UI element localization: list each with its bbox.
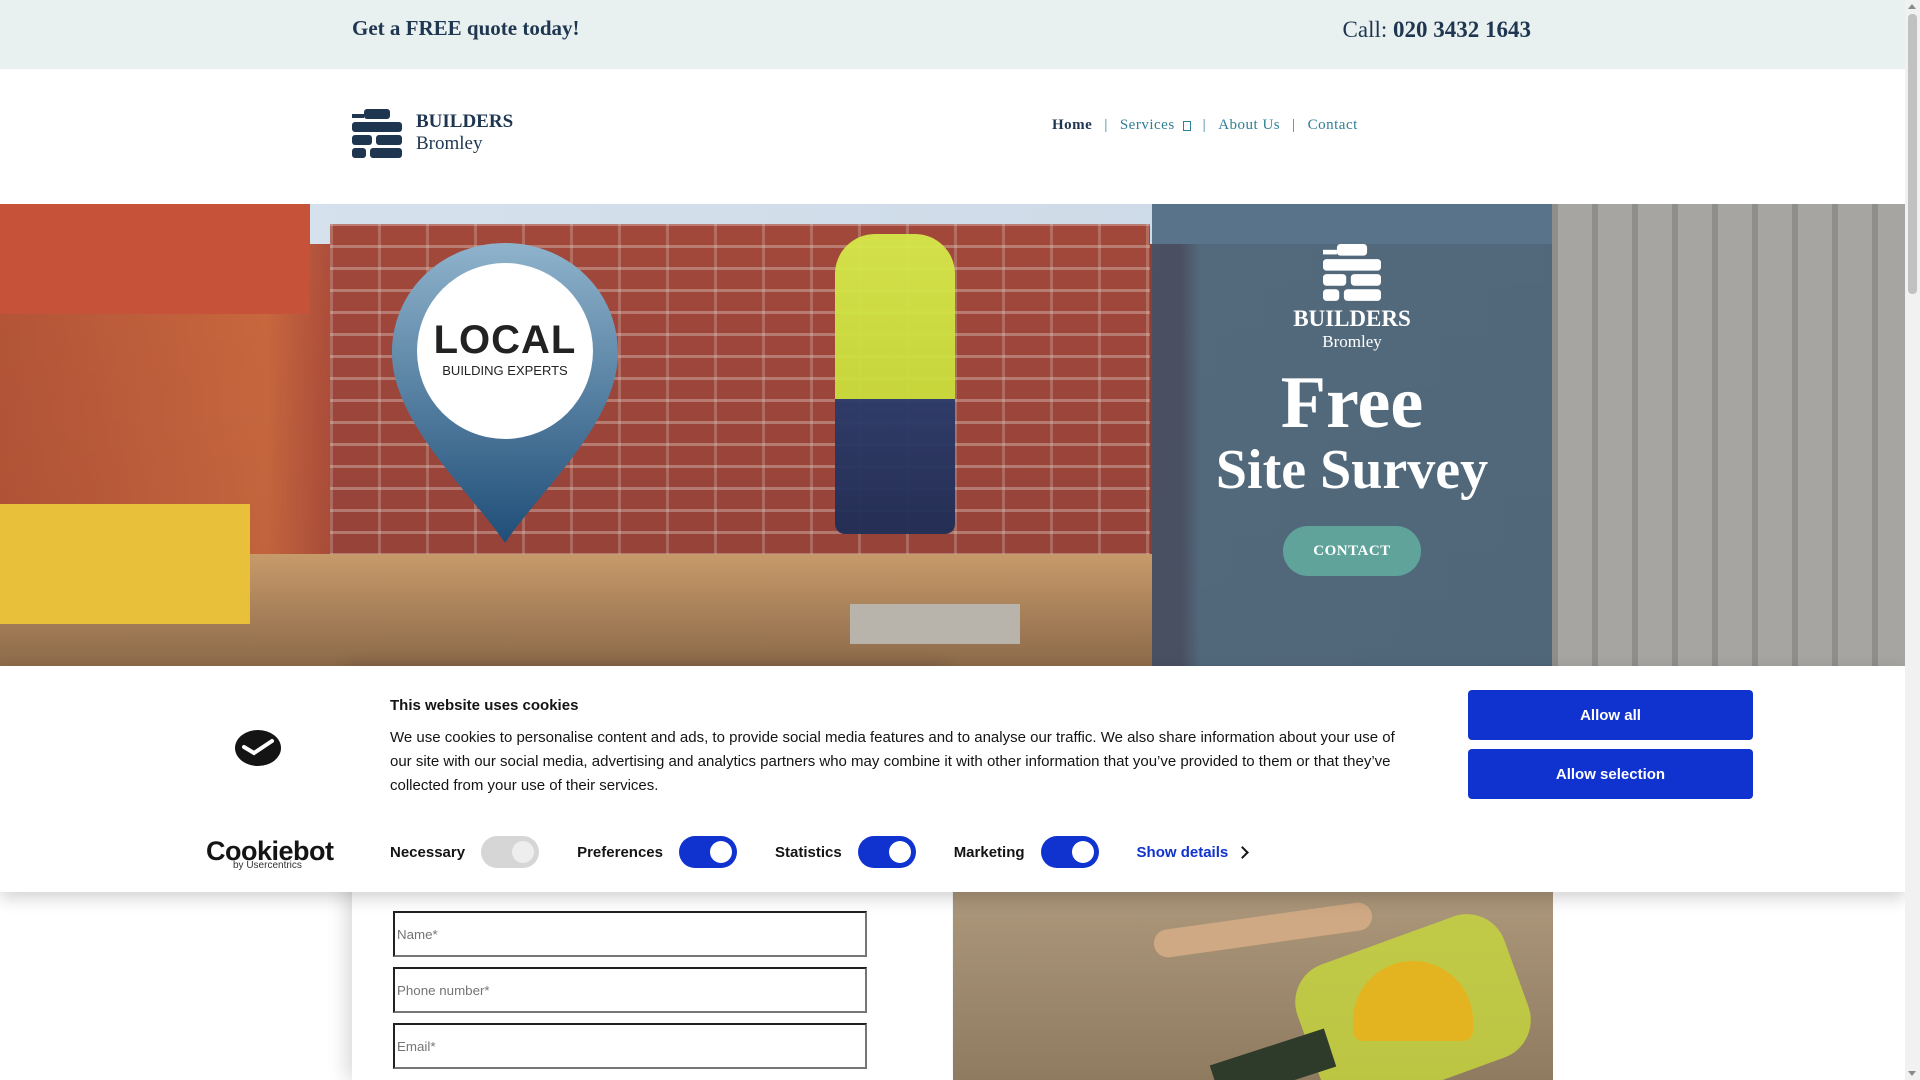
scrollbar-thumb[interactable] xyxy=(1908,14,1917,294)
preferences-switch[interactable] xyxy=(678,836,737,868)
nav-services[interactable]: Services xyxy=(1120,117,1191,134)
page-scrollbar[interactable] xyxy=(1905,0,1920,1080)
badge-title: LOCAL xyxy=(433,318,577,362)
local-badge: LOCAL BUILDING EXPERTS xyxy=(392,243,618,543)
nav-contact[interactable]: Contact xyxy=(1308,117,1358,134)
show-details-label: Show details xyxy=(1136,843,1229,861)
allow-selection-button[interactable]: Allow selection xyxy=(1468,749,1753,799)
toggle-necessary: Necessary xyxy=(390,836,540,868)
toggle-marketing: Marketing xyxy=(954,836,1099,868)
scroll-up-icon[interactable] xyxy=(1908,4,1916,9)
main-nav: Home | Services | About Us | Contact xyxy=(1052,117,1358,134)
nav-separator: | xyxy=(1292,117,1296,133)
bricks-logo-icon xyxy=(1323,244,1381,301)
name-input[interactable] xyxy=(393,911,867,957)
nav-home[interactable]: Home xyxy=(1052,117,1092,134)
headline-free: Free xyxy=(1280,362,1424,444)
site-header: BUILDERS Bromley Home | Services | About… xyxy=(0,69,1905,204)
switch-knob xyxy=(709,841,732,863)
survey-panel: BUILDERS Bromley Free Site Survey CONTAC… xyxy=(1152,240,1552,576)
toggle-preferences: Preferences xyxy=(577,836,737,868)
phone-number[interactable]: 020 3432 1643 xyxy=(1393,17,1531,42)
phone-input[interactable] xyxy=(393,967,867,1013)
bricks-logo-icon xyxy=(352,109,402,158)
toggle-label: Marketing xyxy=(953,843,1025,861)
switch-knob xyxy=(512,841,535,863)
logo-subtitle: Bromley xyxy=(416,133,483,154)
cookie-title: This website uses cookies xyxy=(390,697,579,714)
free-quote-text: Get a FREE quote today! xyxy=(352,16,580,40)
contact-button[interactable]: CONTACT xyxy=(1283,526,1421,576)
site-logo[interactable]: BUILDERS Bromley xyxy=(352,109,513,159)
hero-right-image xyxy=(1552,204,1905,666)
cookie-description: We use cookies to personalise content an… xyxy=(390,729,1395,794)
marketing-switch[interactable] xyxy=(1040,836,1099,868)
logo-title: BUILDERS xyxy=(416,111,514,132)
hero-worker xyxy=(835,234,955,534)
hero-materials xyxy=(0,504,250,624)
panel-logo-title: BUILDERS xyxy=(1293,306,1411,331)
headline-site-survey: Site Survey xyxy=(1215,439,1489,501)
nav-separator: | xyxy=(1104,117,1108,133)
nav-separator: | xyxy=(1202,117,1207,133)
allow-all-button[interactable]: Allow all xyxy=(1468,690,1753,740)
toggle-statistics: Statistics xyxy=(775,836,916,868)
call-phone[interactable]: Call: 020 3432 1643 xyxy=(1343,17,1531,43)
nav-about-us[interactable]: About Us xyxy=(1218,117,1280,134)
necessary-switch xyxy=(481,836,540,868)
switch-knob xyxy=(888,841,911,863)
switch-knob xyxy=(1071,841,1094,863)
photo-arm xyxy=(1152,900,1374,960)
show-details-link[interactable]: Show details xyxy=(1136,843,1250,861)
hero-pallet xyxy=(850,604,1020,644)
statistics-switch[interactable] xyxy=(857,836,916,868)
cookiebot-logo-icon xyxy=(235,730,281,766)
map-pin-icon xyxy=(392,243,618,543)
toggle-label: Preferences xyxy=(577,843,663,861)
call-label: Call: xyxy=(1342,17,1388,42)
panel-logo-subtitle: Bromley xyxy=(1322,332,1382,351)
nav-services-label: Services xyxy=(1119,117,1175,133)
chevron-right-icon xyxy=(1236,845,1250,859)
hero-house xyxy=(0,204,310,314)
email-input[interactable] xyxy=(393,1023,867,1069)
toggle-label: Necessary xyxy=(390,843,466,861)
scroll-down-icon[interactable] xyxy=(1908,1071,1916,1076)
dropdown-icon xyxy=(1182,120,1191,131)
cookie-toggles: Necessary Preferences Statistics Marketi… xyxy=(390,836,1250,868)
hero-banner xyxy=(0,204,1905,666)
badge-subtitle: BUILDING EXPERTS xyxy=(442,363,568,378)
photo-tablet xyxy=(1209,1028,1337,1080)
cookiebot-brand-sub: by Usercentrics xyxy=(233,860,302,871)
top-bar: Get a FREE quote today! Call: 020 3432 1… xyxy=(0,0,1905,69)
toggle-label: Statistics xyxy=(774,843,842,861)
